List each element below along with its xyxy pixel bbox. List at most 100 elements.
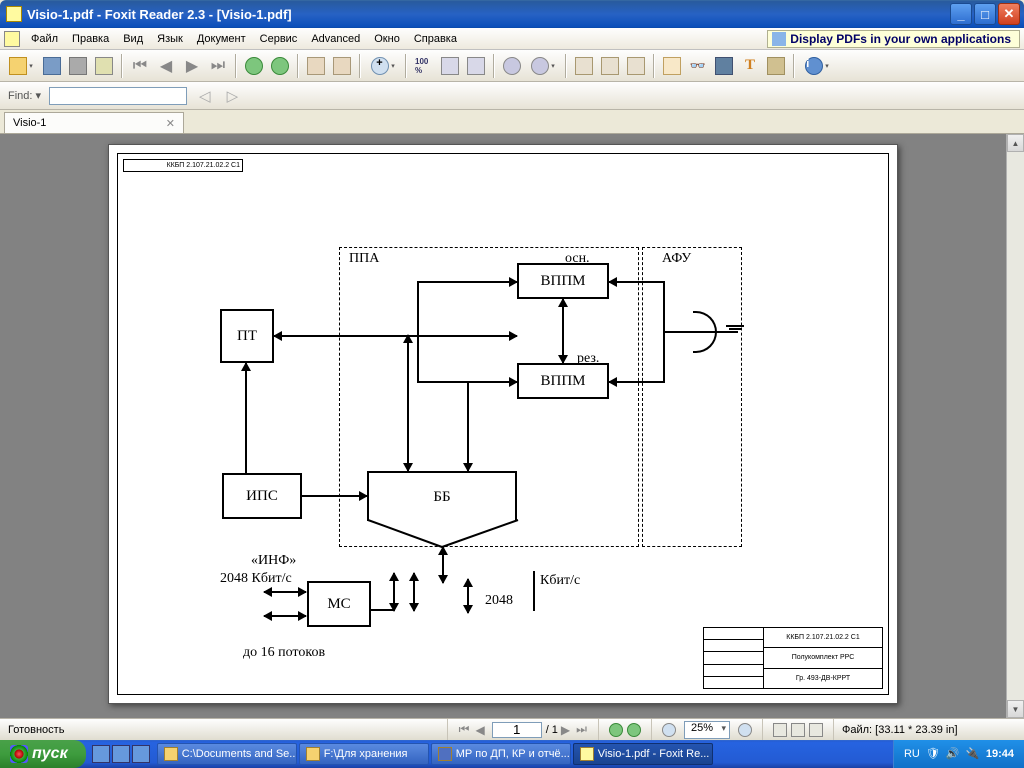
zoom-out-circle-icon: [503, 57, 521, 75]
start-button[interactable]: пуск: [0, 740, 86, 768]
folder-icon: [9, 57, 27, 75]
zoom-100-icon: 100%: [415, 57, 433, 75]
layout-3-button[interactable]: [624, 54, 648, 78]
select-tool-button[interactable]: 👓: [686, 54, 710, 78]
ground-icon: [725, 325, 745, 333]
document-tab[interactable]: Visio-1 ✕: [4, 112, 184, 133]
last-page-button[interactable]: ⏭: [206, 54, 230, 78]
ql-ie-button[interactable]: [112, 745, 130, 763]
status-zoom-out-button[interactable]: [662, 723, 676, 737]
menu-advanced[interactable]: Advanced: [304, 31, 367, 47]
fit-width-button[interactable]: [464, 54, 488, 78]
hand-tool-button[interactable]: [660, 54, 684, 78]
scroll-down-button[interactable]: ▼: [1007, 700, 1024, 718]
prev-icon: ◀: [160, 56, 172, 76]
print-button[interactable]: [66, 54, 90, 78]
status-zoom-in-button[interactable]: [738, 723, 752, 737]
tray-icon-1[interactable]: 🛡: [926, 747, 940, 761]
maximize-button[interactable]: □: [974, 3, 996, 25]
tab-close-button[interactable]: ✕: [166, 117, 175, 130]
windows-logo-icon: [10, 745, 28, 763]
rotate-ccw-button[interactable]: [304, 54, 328, 78]
clock[interactable]: 19:44: [986, 748, 1014, 760]
menu-document[interactable]: Документ: [190, 31, 253, 47]
status-prev-button[interactable]: ◀: [472, 723, 487, 737]
zoom-out-circle-button[interactable]: [500, 54, 524, 78]
label-inf: «ИНФ»: [251, 553, 296, 569]
menu-window[interactable]: Окно: [367, 31, 407, 47]
task-item-2[interactable]: F:\Для хранения: [299, 743, 429, 765]
minimize-button[interactable]: _: [950, 3, 972, 25]
fit-width-icon: [467, 57, 485, 75]
ql-desktop-button[interactable]: [92, 745, 110, 763]
menu-file[interactable]: Файл: [24, 31, 65, 47]
open-button[interactable]: [4, 54, 38, 78]
find-next-button[interactable]: ▷: [223, 87, 243, 105]
menu-help[interactable]: Справка: [407, 31, 464, 47]
box-ips: ИПС: [222, 473, 302, 519]
language-indicator[interactable]: RU: [904, 748, 920, 760]
task-item-4[interactable]: Visio-1.pdf - Foxit Re...: [573, 743, 713, 765]
zoom-in-button[interactable]: [366, 54, 400, 78]
status-back-button[interactable]: [609, 723, 623, 737]
status-next-button[interactable]: ▶: [558, 723, 573, 737]
vertical-scrollbar[interactable]: ▲ ▼: [1006, 134, 1024, 718]
task-item-1[interactable]: C:\Documents and Se...: [157, 743, 297, 765]
save-button[interactable]: [40, 54, 64, 78]
mail-button[interactable]: [92, 54, 116, 78]
rotate-cw-button[interactable]: [330, 54, 354, 78]
ql-app-button[interactable]: [132, 745, 150, 763]
prev-page-button[interactable]: ◀: [154, 54, 178, 78]
app-icon: [6, 6, 22, 22]
pdf-page: ККБП 2.107.21.02.2 С1 ППА осн. рез. АФУ …: [108, 144, 898, 704]
zoom-100-button[interactable]: 100%: [412, 54, 436, 78]
menu-view[interactable]: Вид: [116, 31, 150, 47]
find-label: Find: ▾: [8, 89, 41, 102]
text-tool-button[interactable]: T: [738, 54, 762, 78]
task-item-3[interactable]: МР по ДП, КР и отчё...: [431, 743, 571, 765]
zoom-combo[interactable]: 25%: [684, 721, 730, 739]
menu-lang[interactable]: Язык: [150, 31, 190, 47]
zoom-in-circle-button[interactable]: [526, 54, 560, 78]
next-icon: ▶: [186, 56, 198, 76]
close-button[interactable]: ✕: [998, 3, 1020, 25]
tray-icon-3[interactable]: 🔌: [966, 747, 980, 761]
layout-2-button[interactable]: [598, 54, 622, 78]
back-button[interactable]: [242, 54, 266, 78]
status-layout-3-button[interactable]: [809, 723, 823, 737]
scroll-up-button[interactable]: ▲: [1007, 134, 1024, 152]
snapshot-button[interactable]: [764, 54, 788, 78]
document-viewport[interactable]: ККБП 2.107.21.02.2 С1 ППА осн. рез. АФУ …: [0, 134, 1006, 718]
info-button[interactable]: i: [800, 54, 834, 78]
status-layout-1-button[interactable]: [773, 723, 787, 737]
status-size: Файл: [33.11 * 23.39 in]: [834, 719, 1024, 740]
rotate-cw-icon: [333, 57, 351, 75]
glasses-icon: 👓: [690, 58, 706, 74]
find-input[interactable]: [49, 87, 187, 105]
next-page-button[interactable]: ▶: [180, 54, 204, 78]
status-layout-2-button[interactable]: [791, 723, 805, 737]
status-last-button[interactable]: ⏭: [573, 722, 590, 737]
word-icon: [438, 747, 452, 761]
status-history-group: [599, 719, 652, 740]
menu-edit[interactable]: Правка: [65, 31, 116, 47]
zoom-in-icon: [371, 57, 389, 75]
printer-icon: [69, 57, 87, 75]
layout-1-button[interactable]: [572, 54, 596, 78]
promo-link[interactable]: Display PDFs in your own applications: [767, 30, 1020, 48]
fit-page-button[interactable]: [438, 54, 462, 78]
foxit-icon: [580, 747, 594, 761]
status-first-button[interactable]: ⏮: [456, 722, 473, 737]
page-number-input[interactable]: [492, 722, 542, 738]
camera-icon: [767, 57, 785, 75]
first-page-button[interactable]: ⏮: [128, 54, 152, 78]
info-icon: i: [805, 57, 823, 75]
find-button[interactable]: [712, 54, 736, 78]
label-rate: 2048 Кбит/с: [220, 571, 292, 587]
forward-button[interactable]: [268, 54, 292, 78]
find-prev-button[interactable]: ◁: [195, 87, 215, 105]
tabbar: Visio-1 ✕: [0, 110, 1024, 134]
tray-icon-2[interactable]: 🔊: [946, 747, 960, 761]
status-forward-button[interactable]: [627, 723, 641, 737]
menu-service[interactable]: Сервис: [253, 31, 305, 47]
